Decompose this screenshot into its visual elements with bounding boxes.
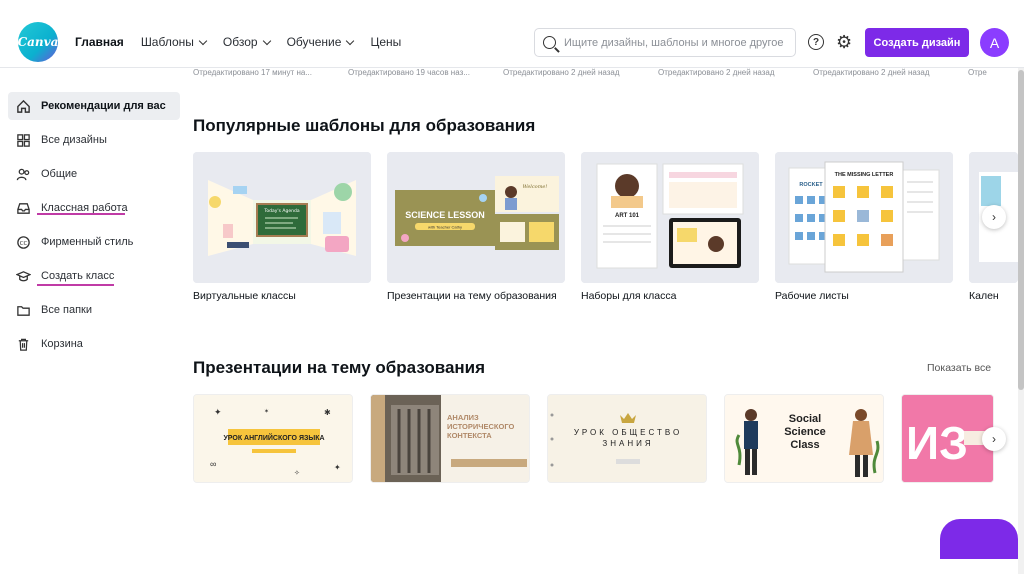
classroom-thumbnail: Today's Agenda [193,152,371,283]
presentation-thumbnail: АНАЛИЗ ИСТОРИЧЕСКОГО КОНТЕКСТА [371,395,529,482]
chevron-right-icon: › [992,432,996,446]
template-card-label: Кален [969,290,999,302]
thumbnail-subtext: with Teacher Cathy [428,225,462,230]
annotation-underline [37,284,114,286]
thumbnail-text: Social Science Class [784,413,826,451]
search-icon [543,36,556,49]
nav-learn[interactable]: Обучение [287,35,355,49]
chevron-down-icon [346,36,355,45]
chevron-down-icon [262,36,271,45]
sidebar-item-folders[interactable]: Все папки [8,296,180,324]
presentation-card-social-science[interactable]: Social Science Class [724,394,884,483]
folder-icon [17,305,30,316]
grid-icon [17,133,30,147]
template-card-label: Презентации на тему образования [387,290,557,302]
presentation-thumbnail: УРОК АНГЛИЙСКОГО ЯЗЫКА ✦ ✱ ∞ ✦ ✶ ✧ [194,395,352,482]
sidebar-item-brand[interactable]: CC Фирменный стиль [8,228,180,256]
nav-pricing[interactable]: Цены [370,35,401,49]
graduation-cap-icon [16,270,31,281]
scrollbar-thumb[interactable] [1018,70,1024,390]
thumbnail-subtext: ROCKET [799,182,823,188]
thumbnail-text: THE MISSING LETTER [835,172,894,178]
template-card-education-presentations[interactable]: SCIENCE LESSON with Teacher Cathy Welcom… [387,152,565,283]
avatar[interactable]: A [980,28,1009,57]
svg-text:✦: ✦ [334,463,341,472]
template-card-label: Наборы для класса [581,290,677,302]
edited-timestamp: Отредактировано 19 часов наз... [348,68,470,77]
thumbnail-text: ART 101 [615,213,640,219]
thumbnail-text-wrapper: Social Science Class [784,413,826,451]
presentation-card-history[interactable]: АНАЛИЗ ИСТОРИЧЕСКОГО КОНТЕКСТА [370,394,530,483]
show-all-link[interactable]: Показать все [927,362,991,374]
search-box[interactable] [534,28,796,57]
brand-icon: CC [17,235,30,249]
thumbnail-text: ИЗ [906,417,968,469]
nav-discover[interactable]: Обзор [223,35,271,49]
recent-designs-edited-row: Отредактировано 17 минут на... Отредакти… [193,68,1018,77]
worksheet-thumbnail: ROCKET THE MISSING LETTER [775,152,953,283]
science-lesson-thumbnail: SCIENCE LESSON with Teacher Cathy Welcom… [387,152,565,283]
inbox-icon [17,202,30,214]
svg-text:✦: ✦ [214,407,222,417]
template-card-label: Рабочие листы [775,290,849,302]
chevron-down-icon [198,36,208,45]
canva-logo[interactable]: Canva [18,22,58,62]
gear-icon[interactable]: ⚙ [836,33,852,51]
svg-text:✱: ✱ [324,408,331,417]
template-card-worksheets[interactable]: ROCKET THE MISSING LETTER [775,152,953,283]
thumbnail-text-wrapper: АНАЛИЗ ИСТОРИЧЕСКОГО КОНТЕКСТА [447,413,515,440]
sidebar-item-shared[interactable]: Общие [8,160,180,188]
edited-timestamp: Отредактировано 2 дней назад [503,68,620,77]
nav-home[interactable]: Главная [75,35,124,49]
thumbnail-text-wrapper: УРОК ОБЩЕСТВО ЗНАНИЯ [573,428,683,448]
home-icon [17,99,30,113]
section-title-presentations: Презентации на тему образования [193,358,486,377]
edited-timestamp: Отредактировано 2 дней назад [658,68,775,77]
annotation-underline [37,213,125,215]
thumbnail-subtext: Welcome! [523,184,548,190]
template-card-virtual-classrooms[interactable]: Today's Agenda [193,152,371,283]
svg-text:CC: CC [20,240,28,246]
presentation-card-english[interactable]: УРОК АНГЛИЙСКОГО ЯЗЫКА ✦ ✱ ∞ ✦ ✶ ✧ [193,394,353,483]
thumbnail-text: УРОК ОБЩЕСТВО ЗНАНИЯ [573,428,683,448]
search-input[interactable] [564,36,784,49]
carousel-next-button[interactable]: › [982,427,1006,451]
help-icon[interactable]: ? [808,34,824,50]
sidebar-item-all-designs[interactable]: Все дизайны [8,126,180,154]
thumbnail-text: Today's Agenda [263,208,299,214]
people-icon [16,168,30,180]
presentation-thumbnail: УРОК ОБЩЕСТВО ЗНАНИЯ [548,395,706,482]
edited-timestamp: Отредактировано 17 минут на... [193,68,312,77]
sidebar-item-trash[interactable]: Корзина [8,330,180,358]
section-title-popular: Популярные шаблоны для образования [193,116,536,135]
trash-icon [18,338,29,351]
svg-text:✧: ✧ [294,469,300,477]
svg-text:∞: ∞ [210,459,216,469]
sidebar-item-recommended[interactable]: Рекомендации для вас [8,92,180,120]
main-content: Отредактировано 17 минут на... Отредакти… [180,68,1018,574]
chevron-right-icon: › [992,210,996,224]
presentation-card-partial[interactable]: ИЗ [901,394,994,483]
template-card-label: Виртуальные классы [193,290,296,302]
edited-timestamp: Отре [968,68,987,77]
sidebar: Рекомендации для вас Все дизайны Общие К… [0,68,180,574]
main-nav: Главная Шаблоны Обзор Обучение Цены [75,35,401,49]
presentation-card-social-studies[interactable]: УРОК ОБЩЕСТВО ЗНАНИЯ [547,394,707,483]
sidebar-item-classwork[interactable]: Классная работа [8,194,180,222]
carousel-next-button[interactable]: › [982,205,1006,229]
thumbnail-text: АНАЛИЗ ИСТОРИЧЕСКОГО КОНТЕКСТА [447,413,515,440]
nav-templates[interactable]: Шаблоны [141,35,208,49]
thumbnail-text: SCIENCE LESSON [405,210,485,220]
top-bar: Canva Главная Шаблоны Обзор Обучение Цен… [0,0,1024,68]
presentation-thumbnail: ИЗ [902,395,993,482]
template-card-class-kits[interactable]: ART 101 [581,152,759,283]
presentation-thumbnail: Social Science Class [725,395,883,482]
thumbnail-text: УРОК АНГЛИЙСКОГО ЯЗЫКА [223,433,324,442]
create-design-button[interactable]: Создать дизайн [865,28,969,57]
edited-timestamp: Отредактировано 2 дней назад [813,68,930,77]
floating-action-button[interactable] [940,519,1018,559]
svg-text:✶: ✶ [264,408,269,415]
class-kit-thumbnail: ART 101 [581,152,759,283]
